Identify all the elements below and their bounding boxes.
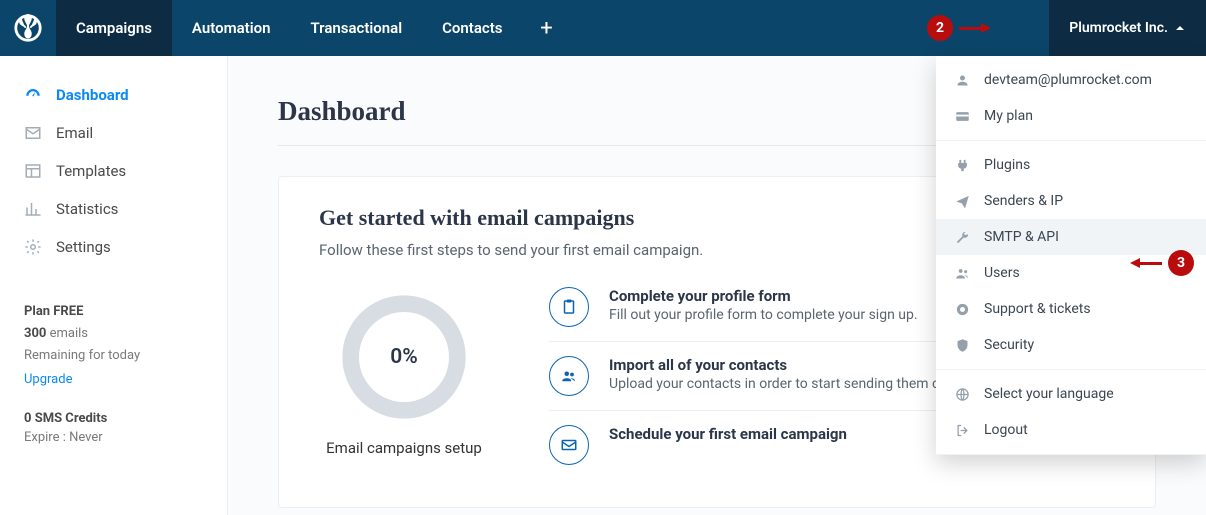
annotation-arrow-line <box>1140 262 1162 265</box>
sidebar-item-label: Dashboard <box>56 86 129 104</box>
sidebar-plan-block: Plan FREE 300 emails Remaining for today… <box>0 291 227 401</box>
progress-donut: 0% <box>334 287 474 427</box>
nav-add-button[interactable]: + <box>522 0 570 56</box>
dropdown-item-label: SMTP & API <box>984 229 1059 245</box>
step-title: Complete your profile form <box>609 287 918 305</box>
dropdown-plugins[interactable]: Plugins <box>936 147 1206 183</box>
plan-emails: 300 emails <box>24 323 203 345</box>
dropdown-language[interactable]: Select your language <box>936 376 1206 412</box>
dropdown-account-email[interactable]: devteam@plumrocket.com <box>936 62 1206 98</box>
profile-menu-button[interactable]: Plumrocket Inc. <box>1049 0 1206 56</box>
dropdown-item-label: Senders & IP <box>984 193 1063 209</box>
progress-percent-label: 0% <box>334 287 474 427</box>
nav-campaigns[interactable]: Campaigns <box>56 0 172 56</box>
sidebar-credits-block: 0 SMS Credits Expire : Never <box>0 401 227 455</box>
dropdown-item-label: Plugins <box>984 157 1030 173</box>
dropdown-item-label: devteam@plumrocket.com <box>984 72 1152 88</box>
sidebar-item-settings[interactable]: Settings <box>0 228 227 266</box>
wrench-icon <box>954 229 970 245</box>
profile-label: Plumrocket Inc. <box>1069 20 1168 36</box>
sidebar-item-label: Templates <box>56 162 126 180</box>
sidebar: Dashboard Email Templates Statistics Set… <box>0 56 228 515</box>
dropdown-item-label: Users <box>984 265 1020 281</box>
annotation-arrow-left-icon <box>1130 258 1140 268</box>
bar-chart-icon <box>24 200 42 218</box>
sidebar-item-templates[interactable]: Templates <box>0 152 227 190</box>
annotation-badge-3: 3 <box>1168 250 1194 276</box>
sidebar-item-statistics[interactable]: Statistics <box>0 190 227 228</box>
upgrade-link[interactable]: Upgrade <box>24 369 72 391</box>
plan-emails-label: emails <box>46 326 88 341</box>
plan-remaining: Remaining for today <box>24 345 203 367</box>
users-icon <box>954 265 970 281</box>
lifebuoy-icon <box>954 301 970 317</box>
profile-dropdown: devteam@plumrocket.com My plan Plugins S… <box>936 56 1206 455</box>
dropdown-item-label: Security <box>984 337 1034 353</box>
app-logo <box>0 0 56 56</box>
sidebar-item-label: Settings <box>56 238 111 256</box>
top-nav: Campaigns Automation Transactional Conta… <box>0 0 1206 56</box>
dashboard-icon <box>24 86 42 104</box>
dropdown-senders-ip[interactable]: Senders & IP <box>936 183 1206 219</box>
dropdown-my-plan[interactable]: My plan <box>936 98 1206 134</box>
caret-up-icon <box>1176 26 1184 30</box>
credits-title: 0 SMS Credits <box>24 411 203 426</box>
plug-icon <box>954 157 970 173</box>
dropdown-item-label: Select your language <box>984 386 1114 402</box>
nav-contacts-label: Contacts <box>442 19 502 37</box>
dropdown-item-label: My plan <box>984 108 1033 124</box>
plan-emails-count: 300 <box>24 326 46 341</box>
annotation-3: 3 <box>1130 250 1194 276</box>
dropdown-item-label: Logout <box>984 422 1028 438</box>
nav-transactional[interactable]: Transactional <box>290 0 422 56</box>
card-icon <box>954 108 970 124</box>
people-icon <box>549 356 589 396</box>
progress-caption: Email campaigns setup <box>326 439 482 457</box>
globe-icon <box>954 386 970 402</box>
step-desc: Fill out your profile form to complete y… <box>609 307 918 323</box>
sidebar-item-email[interactable]: Email <box>0 114 227 152</box>
nav-contacts[interactable]: Contacts <box>422 0 522 56</box>
credits-expire: Expire : Never <box>24 430 203 445</box>
dropdown-item-label: Support & tickets <box>984 301 1091 317</box>
shield-icon <box>954 337 970 353</box>
clipboard-icon <box>549 287 589 327</box>
envelope-icon <box>24 124 42 142</box>
dropdown-section-account: devteam@plumrocket.com My plan <box>936 56 1206 141</box>
dropdown-security[interactable]: Security <box>936 327 1206 363</box>
nav-campaigns-label: Campaigns <box>76 19 152 37</box>
paper-plane-icon <box>954 193 970 209</box>
gear-icon <box>24 238 42 256</box>
layout-icon <box>24 162 42 180</box>
sidebar-divider <box>0 278 227 279</box>
nav-automation[interactable]: Automation <box>172 0 291 56</box>
sidebar-item-label: Statistics <box>56 200 118 218</box>
annotation-arrow-right-icon <box>981 23 991 33</box>
plan-title: Plan FREE <box>24 301 203 323</box>
dropdown-logout[interactable]: Logout <box>936 412 1206 448</box>
nav-automation-label: Automation <box>192 19 271 37</box>
user-icon <box>954 72 970 88</box>
sidebar-item-dashboard[interactable]: Dashboard <box>0 76 227 114</box>
annotation-badge-2: 2 <box>927 15 953 41</box>
annotation-2: 2 <box>927 15 991 41</box>
plus-icon: + <box>540 16 552 41</box>
sidebar-item-label: Email <box>56 124 93 142</box>
progress-column: 0% Email campaigns setup <box>319 287 489 479</box>
nav-transactional-label: Transactional <box>310 19 402 37</box>
annotation-arrow-line <box>959 27 981 30</box>
step-title: Schedule your first email campaign <box>609 425 847 443</box>
logout-icon <box>954 422 970 438</box>
dropdown-support[interactable]: Support & tickets <box>936 291 1206 327</box>
dropdown-section-footer: Select your language Logout <box>936 370 1206 455</box>
mail-icon <box>549 425 589 465</box>
